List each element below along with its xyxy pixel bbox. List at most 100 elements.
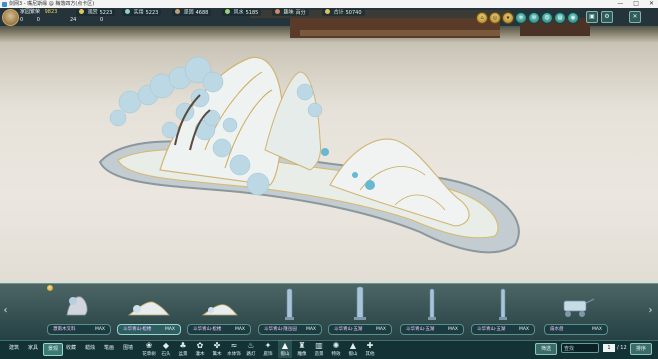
flower-icon: ❀ — [145, 341, 153, 350]
total-icon — [325, 9, 330, 14]
subtab-rockery-2[interactable]: ▲ 假山 — [346, 340, 360, 358]
item-max: MAX — [447, 327, 458, 332]
subtab-decor[interactable]: ✦ 庭饰 — [261, 340, 275, 358]
subtab-other[interactable]: ✚ 其他 — [363, 340, 377, 358]
item-name: 斗华青山·五湖 — [406, 327, 435, 332]
exit-button[interactable]: ✕ — [629, 11, 641, 23]
stat-sturdy: 坚固 4688 — [172, 9, 212, 16]
coin-icon[interactable]: ◎ — [489, 12, 501, 24]
ornamental-icon — [79, 9, 84, 14]
subtab-stones[interactable]: ◆ 石头 — [159, 340, 173, 358]
fun-icon — [275, 9, 280, 14]
lamp-icon: ♨ — [247, 341, 255, 350]
catalog-item[interactable]: 斗华青山·隆岳园 MAX — [256, 285, 322, 335]
subtab-flowers[interactable]: ❀ 花草树 — [142, 340, 156, 358]
catalog-next-button[interactable]: › — [647, 304, 654, 318]
user-icon[interactable]: ☺ — [541, 12, 553, 24]
practical-icon — [125, 9, 130, 14]
jade-mountain-icon — [127, 301, 170, 316]
subtab-bonsai[interactable]: ♣ 盆景 — [176, 340, 190, 358]
close-button[interactable]: ✕ — [649, 0, 654, 8]
water-icon: ≈ — [230, 341, 238, 350]
tab-furniture[interactable]: 家具 — [24, 343, 42, 354]
stat-ornamental: 观赏 5223 — [76, 9, 116, 16]
page-current[interactable]: 1 — [603, 344, 615, 352]
search-input[interactable]: 查找 — [561, 343, 599, 353]
subtab-shrubs[interactable]: ✿ 灌木 — [193, 340, 207, 358]
rockery-icon: ▲ — [281, 341, 289, 350]
sub-stat: 0 — [20, 17, 24, 23]
stat-fengshui: 风水 5185 — [222, 9, 262, 16]
tab-wall[interactable]: 围墙 — [119, 343, 137, 354]
item-max: MAX — [94, 327, 105, 332]
subtab-lamps[interactable]: ♨ 路灯 — [244, 340, 258, 358]
item-name: 斗华青山·五湖 — [477, 327, 506, 332]
subtab-scenery[interactable]: ▥ 造景 — [312, 340, 326, 358]
filter-button[interactable]: 筛选 — [535, 343, 557, 355]
decor-icon: ✦ — [264, 341, 272, 350]
subtab-statue[interactable]: ♜ 雕像 — [295, 340, 309, 358]
shrub-icon: ✿ — [196, 341, 204, 350]
subtab-rockery[interactable]: ▲ 假山 — [278, 340, 292, 358]
hedge-icon: ✤ — [213, 341, 221, 350]
star-icon[interactable]: ★ — [502, 12, 514, 24]
rock-mountain-icon — [66, 296, 88, 316]
pagination: 1/ 12 — [603, 343, 627, 353]
item-max: MAX — [375, 327, 386, 332]
catalog-item[interactable]: 濮南木叉料 MAX — [45, 285, 111, 335]
minimize-button[interactable]: — — [617, 0, 623, 8]
catalog-item[interactable]: 扇水盘 MAX — [542, 285, 608, 335]
catalog-item[interactable]: 斗华青山·五湖 MAX — [469, 285, 535, 335]
item-max: MAX — [305, 327, 316, 332]
catalog-prev-button[interactable]: ‹ — [2, 304, 9, 318]
bag-icon[interactable]: ▤ — [554, 12, 566, 24]
item-max: MAX — [234, 327, 245, 332]
sturdy-icon — [175, 9, 180, 14]
jade-mountain-small-icon — [201, 304, 238, 316]
other-icon: ✚ — [366, 341, 374, 350]
lamp-pillar-icon — [428, 288, 436, 320]
sub-stat: 0 — [99, 17, 104, 23]
avatar[interactable] — [2, 9, 19, 26]
effect-icon: ✺ — [332, 341, 340, 350]
app-icon — [2, 1, 7, 7]
scenery-icon: ▥ — [315, 341, 323, 350]
maximize-button[interactable]: □ — [633, 0, 639, 8]
item-max: MAX — [591, 327, 602, 332]
catalog-item[interactable]: 斗华青山·五湖 MAX — [326, 285, 392, 335]
gear-icon[interactable]: ✲ — [515, 12, 527, 24]
tab-building[interactable]: 建筑 — [5, 343, 23, 354]
subtab-water[interactable]: ≈ 水体饰 — [227, 340, 241, 358]
tab-landscape[interactable]: 景观 — [43, 343, 63, 356]
home-icon[interactable]: ⌂ — [476, 12, 488, 24]
sub-stat: 24 — [70, 17, 77, 23]
item-max: MAX — [518, 327, 529, 332]
camera-icon[interactable]: ◉ — [567, 12, 579, 24]
tab-collection[interactable]: 收藏 — [62, 343, 80, 354]
sub-stats-left: 0 0 — [20, 17, 40, 23]
tab-candle[interactable]: 蜡烛 — [81, 343, 99, 354]
subtab-hedges[interactable]: ✤ 篱木 — [210, 340, 224, 358]
item-name: 濮南木叉料 — [53, 327, 76, 332]
sub-stat: 0 — [36, 17, 40, 23]
chat-icon[interactable]: ✉ — [528, 12, 540, 24]
item-name: 斗华青山·五湖 — [334, 327, 363, 332]
catalog-item[interactable]: 斗华青山·松楼 MAX — [185, 285, 251, 335]
stone-icon: ◆ — [162, 341, 170, 350]
subtab-effects[interactable]: ✺ 特效 — [329, 340, 343, 358]
page-total: / 12 — [617, 345, 627, 351]
catalog-item[interactable]: 斗华青山·松楼 MAX — [115, 285, 181, 335]
fengshui-icon — [225, 9, 230, 14]
sort-button[interactable]: 排序 — [630, 343, 652, 355]
tab-stroke[interactable]: 笔画 — [100, 343, 118, 354]
window-title: 剑网3 - 嘴尼斯缘 @ 梅落四方(点卡区) — [9, 1, 95, 7]
catalog-item[interactable]: 斗华青山·五湖 MAX — [398, 285, 464, 335]
settings-button[interactable]: ⚙ — [601, 11, 613, 23]
layout-button[interactable]: ▣ — [586, 11, 598, 23]
item-name: 斗华青山·松楼 — [123, 327, 152, 332]
prosperity-display: 家园繁荣 9823 — [20, 9, 57, 16]
item-name: 扇水盘 — [550, 327, 564, 332]
prosperity-value: 9823 — [44, 9, 58, 15]
stat-total: 合计 50740 — [322, 9, 365, 16]
item-name: 斗华青山·松楼 — [193, 327, 222, 332]
